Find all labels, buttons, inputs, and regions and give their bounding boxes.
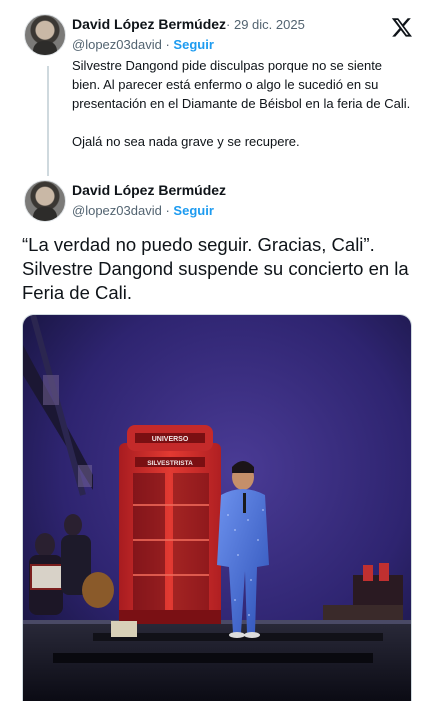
- tweet-text: “La verdad no puedo seguir. Gracias, Cal…: [22, 234, 409, 303]
- author-name[interactable]: David López Bermúdez: [72, 16, 226, 32]
- author-handle: @lopez03david · Seguir: [72, 203, 214, 218]
- concert-photo: UNIVERSO SILVESTRISTA: [23, 315, 411, 701]
- thread-line: [47, 66, 49, 176]
- follow-button[interactable]: Seguir: [173, 37, 213, 52]
- separator: ·: [165, 37, 170, 52]
- avatar[interactable]: [24, 14, 66, 56]
- author-name[interactable]: David López Bermúdez: [72, 182, 226, 198]
- separator: ·: [226, 17, 231, 32]
- tweet-date[interactable]: · 29 dic. 2025: [226, 17, 305, 32]
- tweet-paragraph: Ojalá no sea nada grave y se recupere.: [72, 134, 300, 149]
- booth-sign-bottom: SILVESTRISTA: [147, 460, 193, 467]
- handle-text[interactable]: @lopez03david: [72, 203, 162, 218]
- author-handle: @lopez03david · Seguir: [72, 37, 214, 52]
- x-logo-icon[interactable]: [391, 16, 413, 38]
- separator: ·: [165, 203, 170, 218]
- handle-text[interactable]: @lopez03david: [72, 37, 162, 52]
- date-label[interactable]: 29 dic. 2025: [234, 17, 305, 32]
- tweet-paragraph: Silvestre Dangond pide disculpas porque …: [72, 58, 411, 111]
- follow-button[interactable]: Seguir: [173, 203, 213, 218]
- booth-sign-top: UNIVERSO: [152, 436, 189, 443]
- avatar[interactable]: [24, 180, 66, 222]
- tweet-text: Silvestre Dangond pide disculpas porque …: [72, 56, 412, 151]
- tweet-photo[interactable]: UNIVERSO SILVESTRISTA: [22, 314, 412, 701]
